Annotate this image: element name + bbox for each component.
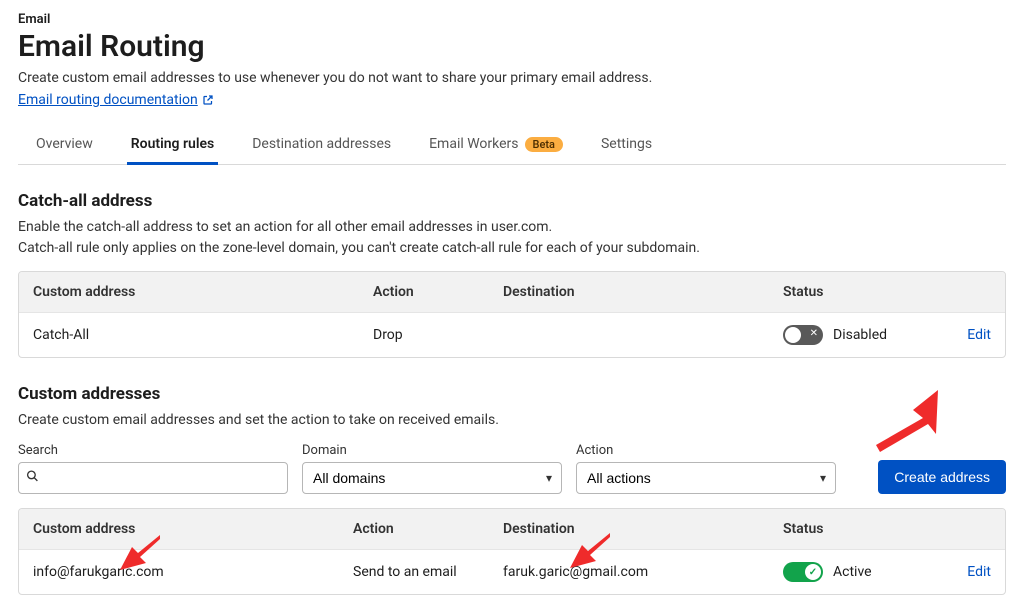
custom-table-header: Custom address Action Destination Status	[19, 509, 1005, 549]
tab-bar: Overview Routing rules Destination addre…	[18, 126, 1006, 165]
custom-addresses-heading: Custom addresses	[18, 384, 1006, 404]
tab-overview[interactable]: Overview	[32, 126, 97, 164]
col-header-custom-address: Custom address	[19, 509, 339, 549]
catchall-heading: Catch-all address	[18, 191, 1006, 211]
catchall-toggle[interactable]	[783, 325, 823, 345]
create-address-button[interactable]: Create address	[878, 460, 1006, 494]
tab-settings[interactable]: Settings	[597, 126, 656, 164]
catchall-destination-cell	[489, 323, 769, 347]
breadcrumb: Email	[18, 12, 1006, 27]
col-header-destination: Destination	[489, 509, 769, 549]
catchall-description: Enable the catch-all address to set an a…	[18, 217, 1006, 259]
search-input[interactable]	[18, 462, 288, 494]
col-header-custom-address: Custom address	[19, 272, 359, 312]
catchall-address-cell: Catch-All	[19, 315, 359, 355]
action-cell: Send to an email	[339, 552, 489, 592]
catchall-status-label: Disabled	[833, 327, 887, 343]
catchall-table: Custom address Action Destination Status…	[18, 271, 1006, 358]
custom-addresses-description: Create custom email addresses and set th…	[18, 410, 1006, 431]
catchall-row: Catch-All Drop Disabled Edit	[19, 312, 1005, 357]
external-link-icon	[202, 94, 214, 106]
search-label: Search	[18, 443, 288, 458]
catchall-action-cell: Drop	[359, 315, 489, 355]
status-cell: Active	[769, 550, 945, 594]
tab-routing-rules[interactable]: Routing rules	[127, 126, 218, 164]
tab-email-workers[interactable]: Email Workers Beta	[425, 126, 567, 164]
action-select[interactable]: All actions	[576, 462, 836, 494]
catchall-status-cell: Disabled	[769, 313, 945, 357]
action-filter-label: Action	[576, 443, 836, 458]
col-header-action: Action	[339, 509, 489, 549]
custom-addresses-table: Custom address Action Destination Status…	[18, 508, 1006, 595]
page-title: Email Routing	[18, 29, 1006, 64]
col-header-action: Action	[359, 272, 489, 312]
domain-select[interactable]: All domains	[302, 462, 562, 494]
edit-link[interactable]: Edit	[967, 564, 991, 580]
search-icon	[26, 470, 39, 487]
filters-row: Search Domain All domains Action All act…	[18, 443, 1006, 494]
beta-badge: Beta	[525, 137, 563, 152]
catchall-table-header: Custom address Action Destination Status	[19, 272, 1005, 312]
domain-filter-label: Domain	[302, 443, 562, 458]
tab-email-workers-label: Email Workers	[429, 136, 518, 152]
col-header-status: Status	[769, 509, 945, 549]
address-toggle[interactable]	[783, 562, 823, 582]
page-subtitle: Create custom email addresses to use whe…	[18, 70, 1006, 86]
catchall-edit-link[interactable]: Edit	[967, 327, 991, 343]
col-header-status: Status	[769, 272, 945, 312]
destination-cell: faruk.garic@gmail.com	[489, 552, 769, 592]
status-label: Active	[833, 564, 872, 580]
custom-address-cell: info@farukgaric.com	[19, 552, 339, 592]
documentation-link-label: Email routing documentation	[18, 92, 198, 108]
col-header-destination: Destination	[489, 272, 769, 312]
documentation-link[interactable]: Email routing documentation	[18, 92, 214, 108]
tab-destination-addresses[interactable]: Destination addresses	[248, 126, 395, 164]
